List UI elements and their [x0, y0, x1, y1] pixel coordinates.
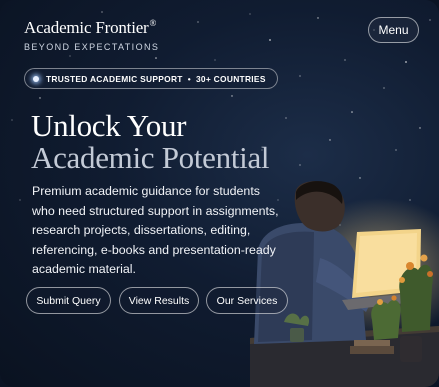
brand-name: Academic Frontier®: [24, 18, 159, 38]
description-line: Premium academic guidance for students: [32, 184, 260, 198]
view-results-button[interactable]: View Results: [119, 287, 199, 314]
brand[interactable]: Academic Frontier® BEYOND EXPECTATIONS: [24, 18, 159, 52]
description-line: academic material.: [32, 262, 136, 277]
description-line: who need structured support in assignmen…: [32, 203, 279, 218]
menu-button[interactable]: Menu: [368, 17, 419, 43]
trust-badge: TRUSTED ACADEMIC SUPPORT • 30+ COUNTRIES: [24, 68, 278, 89]
description-line: referencing, e-books and presentation-re…: [32, 242, 276, 257]
badge-text-trusted: TRUSTED ACADEMIC SUPPORT: [46, 73, 183, 84]
badge-text-countries: 30+ COUNTRIES: [195, 73, 266, 84]
our-services-button[interactable]: Our Services: [206, 287, 288, 314]
brand-tagline: BEYOND EXPECTATIONS: [24, 42, 160, 52]
hero-section: Academic Frontier® BEYOND EXPECTATIONS M…: [0, 0, 439, 387]
badge-separator: •: [187, 73, 191, 84]
glow-dot-icon: [33, 75, 39, 82]
registered-mark: ®: [149, 18, 157, 29]
hero-title-line-2: Academic Potential: [31, 140, 270, 175]
description-line: research projects, dissertations, editin…: [32, 223, 251, 238]
hero-title-line-1: Unlock Your: [31, 108, 187, 143]
brand-name-text: Academic Frontier: [24, 18, 149, 37]
submit-query-button[interactable]: Submit Query: [26, 287, 111, 314]
hero-description: Premium academic guidance for students w…: [32, 182, 282, 280]
